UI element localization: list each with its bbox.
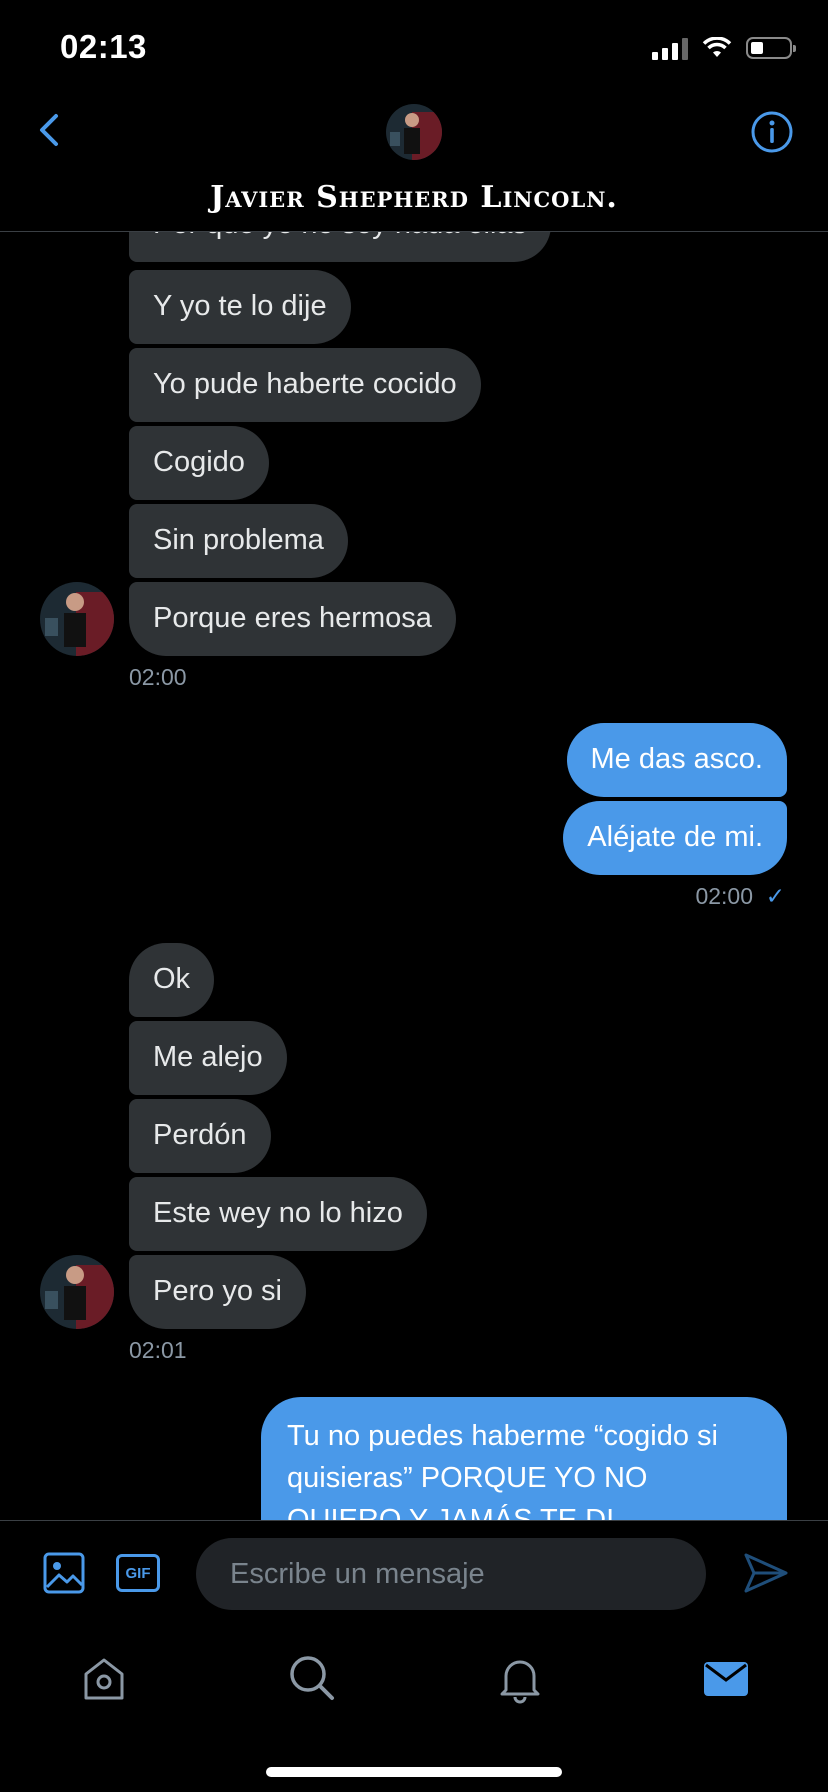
outgoing-message[interactable]: Aléjate de mi. bbox=[563, 801, 787, 875]
back-chevron-icon[interactable] bbox=[30, 110, 70, 150]
incoming-message[interactable]: Porque eres hermosa bbox=[129, 582, 456, 656]
incoming-message[interactable]: Sin problema bbox=[129, 504, 348, 578]
sender-avatar[interactable] bbox=[40, 582, 114, 656]
status-bar: 02:13 bbox=[0, 0, 828, 100]
cellular-signal-icon bbox=[652, 36, 688, 60]
incoming-message[interactable]: Ok bbox=[129, 943, 215, 1017]
contact-name: Javier Shepherd Lincoln. bbox=[210, 180, 618, 215]
message-list[interactable]: Por qué yo no soy nada ellas Y yo te lo … bbox=[0, 231, 828, 1521]
incoming-message[interactable]: Me alejo bbox=[129, 1021, 287, 1095]
incoming-message[interactable]: Este wey no lo hizo bbox=[129, 1177, 427, 1251]
incoming-message[interactable]: Cogido bbox=[129, 426, 269, 500]
image-icon[interactable] bbox=[42, 1551, 86, 1595]
read-check-icon: ✓ bbox=[765, 883, 785, 909]
battery-icon bbox=[746, 37, 796, 59]
info-icon[interactable] bbox=[750, 110, 794, 154]
incoming-message[interactable]: Yo pude haberte cocido bbox=[129, 348, 481, 422]
message-composer: GIF bbox=[0, 1520, 828, 1641]
incoming-message[interactable]: Y yo te lo dije bbox=[129, 270, 351, 344]
gif-icon[interactable]: GIF bbox=[116, 1554, 160, 1592]
search-icon[interactable] bbox=[286, 1652, 338, 1704]
conversation-header: Javier Shepherd Lincoln. bbox=[0, 100, 828, 232]
send-icon[interactable] bbox=[742, 1551, 790, 1595]
outgoing-message[interactable]: Tu no puedes haberme “cogido si quisiera… bbox=[261, 1397, 787, 1521]
message-timestamp: 02:00 bbox=[129, 664, 187, 690]
message-timestamp: 02:00 bbox=[695, 883, 753, 909]
incoming-message[interactable]: Perdón bbox=[129, 1099, 271, 1173]
mail-icon[interactable] bbox=[700, 1652, 752, 1704]
outgoing-message[interactable]: Me das asco. bbox=[566, 723, 787, 797]
home-indicator bbox=[266, 1767, 562, 1777]
incoming-message[interactable]: Por qué yo no soy nada ellas bbox=[129, 231, 552, 262]
bottom-tab-bar bbox=[0, 1640, 828, 1740]
bell-icon[interactable] bbox=[494, 1652, 546, 1704]
incoming-message[interactable]: Pero yo si bbox=[129, 1255, 306, 1329]
contact-avatar[interactable] bbox=[386, 104, 442, 160]
message-input[interactable] bbox=[196, 1538, 706, 1610]
status-time: 02:13 bbox=[60, 28, 147, 65]
sender-avatar[interactable] bbox=[40, 1255, 114, 1329]
home-icon[interactable] bbox=[78, 1652, 130, 1704]
status-icons bbox=[652, 36, 796, 60]
wifi-icon bbox=[702, 37, 732, 57]
message-timestamp: 02:01 bbox=[129, 1337, 187, 1363]
